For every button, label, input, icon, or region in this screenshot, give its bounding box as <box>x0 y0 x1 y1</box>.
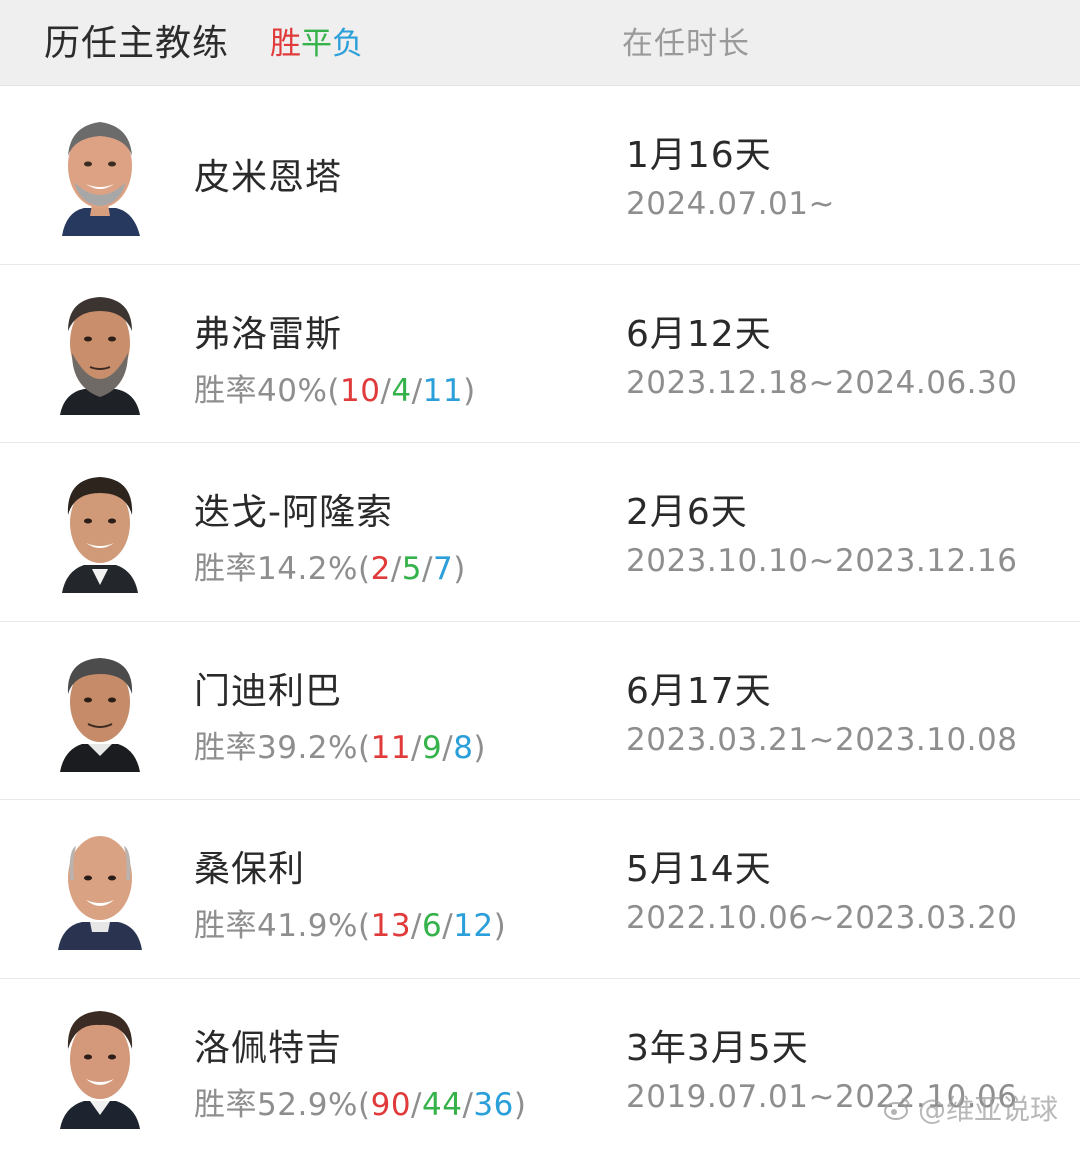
win-rate: 胜率14.2% <box>194 551 358 587</box>
coach-name: 洛佩特吉 <box>194 1027 343 1069</box>
draws-count: 5 <box>401 551 423 587</box>
legend-win: 胜 <box>270 26 301 62</box>
coach-avatar <box>54 822 146 950</box>
coach-row[interactable]: 弗洛雷斯 胜率40%(10/4/11) 6月12天 2023.12.18~202… <box>0 264 1080 443</box>
coach-name: 皮米恩塔 <box>194 157 343 198</box>
coach-photo-icon <box>60 1010 140 1129</box>
wins-count: 10 <box>340 372 381 409</box>
coach-row[interactable]: 桑保利 胜率41.9%(13/6/12) 5月14天 2022.10.06~20… <box>0 800 1080 979</box>
coach-name: 弗洛雷斯 <box>194 313 343 355</box>
watermark: @维亚说球 <box>882 1088 1058 1128</box>
win-rate-record: 胜率39.2%(11/9/8) <box>194 729 487 766</box>
win-rate-record: 胜率41.9%(13/6/12) <box>194 908 507 944</box>
win-rate: 胜率41.9% <box>194 908 358 944</box>
losses-count: 8 <box>453 729 474 766</box>
losses-count: 11 <box>422 372 464 409</box>
coach-row[interactable]: 迭戈-阿隆索 胜率14.2%(2/5/7) 2月6天 2023.10.10~20… <box>0 443 1080 622</box>
losses-count: 36 <box>473 1086 514 1123</box>
win-rate-record: 胜率52.9%(90/44/36) <box>194 1086 527 1123</box>
draws-count: 6 <box>422 908 443 944</box>
coach-avatar <box>54 644 146 772</box>
table-header: 历任主教练 胜平负 在任时长 <box>0 0 1080 86</box>
weibo-logo-icon <box>883 1098 910 1120</box>
wins-count: 11 <box>370 729 412 766</box>
coach-name: 迭戈-阿隆索 <box>194 492 393 533</box>
draws-count: 44 <box>422 1086 463 1123</box>
section-title: 历任主教练 <box>44 23 230 64</box>
win-draw-loss-legend: 胜平负 <box>270 18 363 63</box>
coach-avatar <box>54 287 146 415</box>
coach-row[interactable]: 门迪利巴 胜率39.2%(11/9/8) 6月17天 2023.03.21~20… <box>0 621 1080 800</box>
tenure-duration: 2月6天 <box>626 492 748 533</box>
win-rate: 胜率39.2% <box>194 729 358 766</box>
tenure-duration: 3年3月5天 <box>626 1027 809 1069</box>
coach-photo-icon <box>58 836 142 950</box>
coach-avatar <box>54 465 146 593</box>
tenure-dates: 2023.10.10~2023.12.16 <box>626 543 1018 579</box>
tenure-dates: 2023.12.18~2024.06.30 <box>626 364 1018 401</box>
coach-list: 皮米恩塔 1月16天 2024.07.01~ 弗洛雷斯 胜率40%(10/4/1… <box>0 86 1080 1152</box>
draws-count: 9 <box>422 729 443 766</box>
watermark-text: @维亚说球 <box>917 1093 1058 1126</box>
tenure-duration: 5月14天 <box>626 849 772 890</box>
coach-name: 桑保利 <box>194 849 306 890</box>
tenure-dates: 2022.10.06~2023.03.20 <box>626 900 1018 936</box>
losses-count: 12 <box>453 908 494 944</box>
wins-count: 90 <box>370 1086 412 1123</box>
legend-draw: 平 <box>301 26 332 62</box>
coach-name: 门迪利巴 <box>194 670 343 712</box>
coach-photo-icon <box>62 477 138 593</box>
tenure-duration: 6月12天 <box>626 313 772 355</box>
wins-count: 13 <box>370 908 412 944</box>
win-rate: 胜率40% <box>194 372 328 409</box>
losses-count: 7 <box>432 551 454 587</box>
tenure-dates: 2023.03.21~2023.10.08 <box>626 721 1018 758</box>
tenure-duration: 1月16天 <box>626 135 772 176</box>
coach-photo-icon <box>62 122 140 236</box>
draws-count: 4 <box>391 372 412 409</box>
coach-row[interactable]: 皮米恩塔 1月16天 2024.07.01~ <box>0 86 1080 265</box>
legend-loss: 负 <box>332 26 363 62</box>
tenure-dates: 2024.07.01~ <box>626 186 835 222</box>
win-rate-record: 胜率14.2%(2/5/7) <box>194 551 466 587</box>
coach-avatar <box>54 108 146 236</box>
wins-count: 2 <box>370 551 391 587</box>
win-rate-record: 胜率40%(10/4/11) <box>194 372 476 409</box>
tenure-duration: 6月17天 <box>626 670 772 712</box>
win-rate: 胜率52.9% <box>194 1086 358 1123</box>
coach-avatar <box>54 1001 146 1129</box>
coach-photo-icon <box>60 657 140 772</box>
coach-photo-icon <box>60 296 140 415</box>
tenure-column-header: 在任时长 <box>622 26 750 62</box>
